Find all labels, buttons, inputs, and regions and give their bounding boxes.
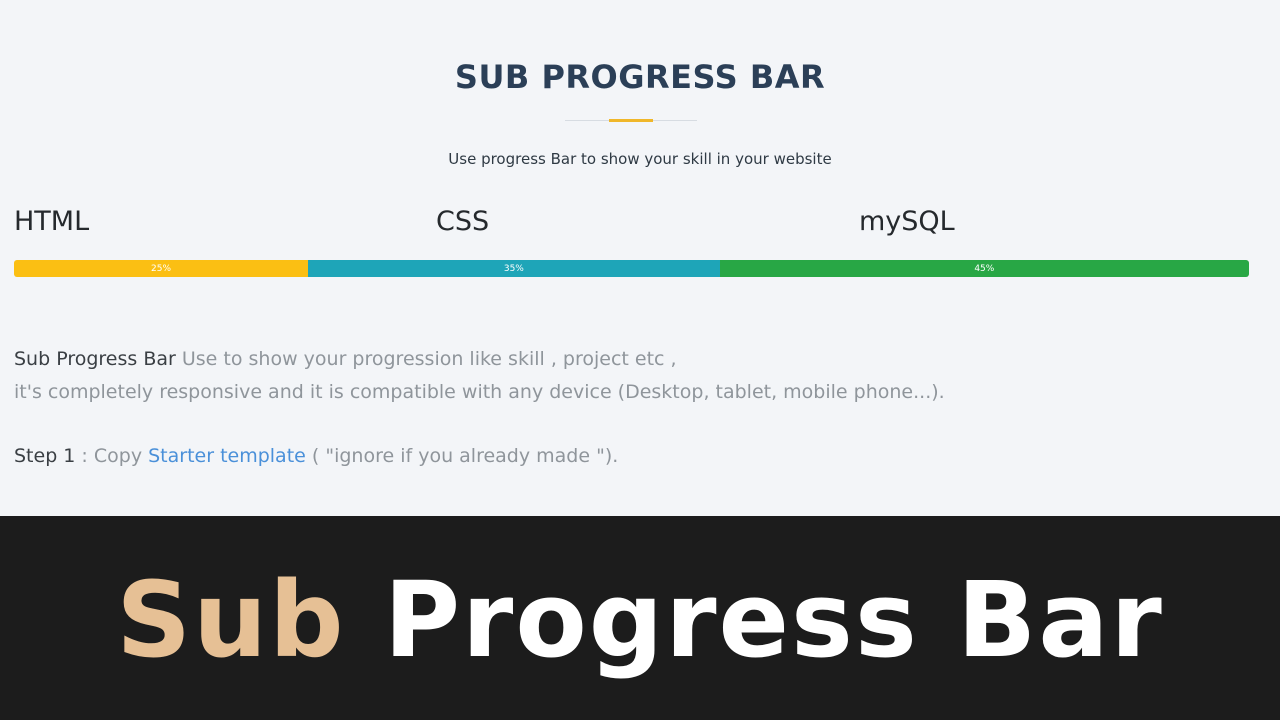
progress-segment-css: 35% — [308, 260, 720, 277]
starter-template-link[interactable]: Starter template — [148, 445, 306, 467]
banner-word-progress-bar: Progress Bar — [383, 559, 1164, 681]
step-1: Step 1 : Copy Starter template ( "ignore… — [14, 445, 618, 467]
banner-word-sub: Sub — [116, 559, 346, 681]
skill-label-html: HTML — [14, 206, 90, 237]
page-subtitle: Use progress Bar to show your skill in y… — [448, 150, 832, 168]
description: Sub Progress Bar Use to show your progre… — [14, 343, 1214, 409]
progress-segment-mysql: 45% — [719, 260, 1249, 277]
description-line2: it's completely responsive and it is com… — [14, 381, 945, 403]
description-line1: Use to show your progression like skill … — [175, 348, 677, 370]
sub-progress-bar: 25% 35% 45% — [14, 260, 1249, 277]
page-title: SUB PROGRESS BAR — [454, 58, 826, 96]
progress-segment-html: 25% — [14, 260, 309, 277]
content-area: SUB PROGRESS BAR Use progress Bar to sho… — [0, 0, 1280, 516]
skill-label-css: CSS — [436, 206, 490, 237]
step-prefix: : Copy — [75, 445, 149, 467]
skill-label-mysql: mySQL — [859, 206, 955, 237]
step-label: Step 1 — [14, 445, 76, 467]
step-suffix: ( "ignore if you already made "). — [305, 445, 619, 467]
title-divider-accent — [609, 119, 653, 122]
description-title: Sub Progress Bar — [14, 348, 176, 370]
banner-title: Sub Progress Bar — [0, 560, 1280, 680]
